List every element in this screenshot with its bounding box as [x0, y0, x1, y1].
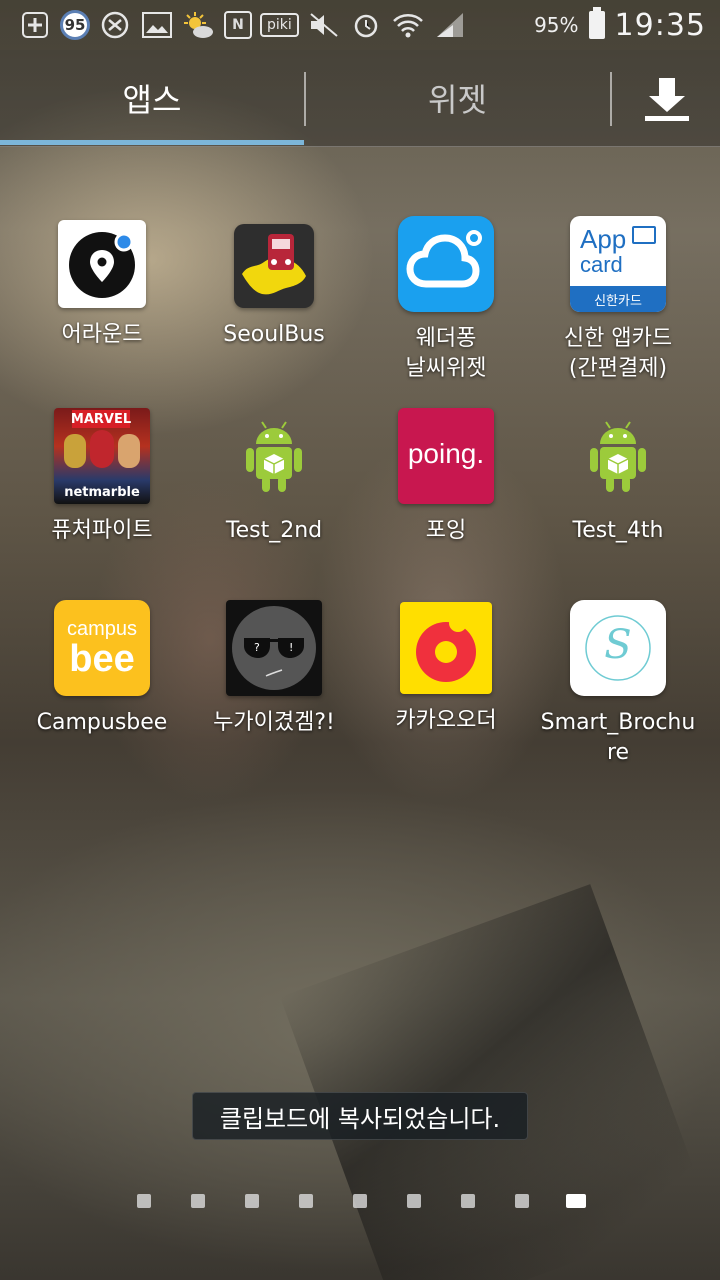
- home-screen: 95 N piki 95% 19:35 앱스 위젯 어라운드 SeoulBus …: [0, 0, 720, 1280]
- app-label: 신한 앱카드 (간편결제): [563, 326, 673, 381]
- shield-icon: [98, 8, 132, 42]
- app-kakaoorder[interactable]: 카카오오더: [361, 600, 531, 736]
- smart-brochure-app-icon: S: [570, 600, 666, 696]
- app-label: 누가이겼겜?!: [213, 710, 335, 735]
- picture-icon: [140, 8, 174, 42]
- app-label: 포잉: [425, 518, 467, 543]
- svg-text:!: !: [289, 641, 293, 654]
- plus-icon: [18, 8, 52, 42]
- app-test-2nd[interactable]: Test_2nd: [189, 408, 359, 546]
- app-label: Smart_Brochu re: [540, 710, 696, 765]
- toast-message: 클립보드에 복사되었습니다.: [192, 1092, 528, 1140]
- tab-widgets[interactable]: 위젯: [305, 50, 610, 146]
- app-label: 퓨처파이트: [51, 518, 153, 543]
- page-dot[interactable]: [137, 1194, 151, 1208]
- tab-bar: 앱스 위젯: [0, 50, 720, 147]
- app-poing[interactable]: poing. 포잉: [361, 408, 531, 546]
- weatherpong-app-icon: [398, 216, 494, 312]
- wallpaper-shadow: [280, 884, 710, 1280]
- shinhan-appcard-icon: App card 신한카드: [570, 216, 666, 312]
- app-label: Test_2nd: [225, 518, 323, 543]
- page-dot[interactable]: [407, 1194, 421, 1208]
- app-label: SeoulBus: [223, 322, 325, 347]
- n-icon: N: [224, 11, 252, 39]
- app-seoulbus[interactable]: SeoulBus: [189, 216, 359, 350]
- tab-divider: [610, 72, 612, 126]
- app-smart-brochure[interactable]: S Smart_Brochu re: [533, 600, 703, 768]
- notification-badge: 95: [60, 10, 90, 40]
- battery-icon: [588, 7, 605, 39]
- download-button[interactable]: [622, 66, 712, 130]
- around-app-icon: [58, 220, 146, 308]
- status-bar: 95 N piki 95% 19:35: [0, 0, 720, 50]
- page-dot[interactable]: [515, 1194, 529, 1208]
- clock: 19:35: [614, 7, 706, 43]
- weather-icon: [182, 8, 216, 42]
- campusbee-app-icon: campus bee: [54, 600, 150, 696]
- nugaigyeot-app-icon: ?!: [226, 600, 322, 696]
- page-dot[interactable]: [299, 1194, 313, 1208]
- app-futurefight[interactable]: MARVEL netmarble 퓨처파이트: [17, 408, 187, 546]
- battery-percent: 95%: [534, 13, 579, 37]
- app-nugaigyeot[interactable]: ?! 누가이겼겜?!: [189, 600, 359, 738]
- wifi-icon: [391, 8, 425, 42]
- alarm-icon: [349, 8, 383, 42]
- kakaoorder-app-icon: [400, 602, 492, 694]
- app-label: Campusbee: [36, 710, 168, 735]
- app-campusbee[interactable]: campus bee Campusbee: [17, 600, 187, 738]
- download-icon: [645, 78, 689, 121]
- app-label: 카카오오더: [395, 708, 497, 733]
- app-weatherpong[interactable]: 웨더퐁 날씨위젯: [361, 216, 531, 384]
- page-dot[interactable]: [461, 1194, 475, 1208]
- android-app-icon: [570, 408, 666, 504]
- app-shinhan-appcard[interactable]: App card 신한카드 신한 앱카드 (간편결제): [533, 216, 703, 384]
- poing-app-icon: poing.: [398, 408, 494, 504]
- piki-icon: piki: [260, 13, 299, 37]
- futurefight-app-icon: MARVEL netmarble: [54, 408, 150, 504]
- app-label: 어라운드: [61, 322, 143, 347]
- page-indicator: [0, 1190, 720, 1214]
- page-dot[interactable]: [353, 1194, 367, 1208]
- page-dot[interactable]: [245, 1194, 259, 1208]
- app-label: 웨더퐁 날씨위젯: [405, 326, 487, 381]
- svg-text:?: ?: [254, 641, 260, 654]
- page-dot-active[interactable]: [566, 1194, 586, 1208]
- app-around[interactable]: 어라운드: [17, 216, 187, 350]
- android-app-icon: [226, 408, 322, 504]
- signal-icon: [433, 8, 467, 42]
- seoulbus-app-icon: [234, 224, 314, 308]
- page-dot[interactable]: [191, 1194, 205, 1208]
- mute-icon: [307, 8, 341, 42]
- card-icon: [632, 226, 656, 244]
- app-test-4th[interactable]: Test_4th: [533, 408, 703, 546]
- active-tab-indicator: [0, 140, 304, 145]
- tab-apps[interactable]: 앱스: [0, 50, 304, 146]
- app-label: Test_4th: [572, 518, 664, 543]
